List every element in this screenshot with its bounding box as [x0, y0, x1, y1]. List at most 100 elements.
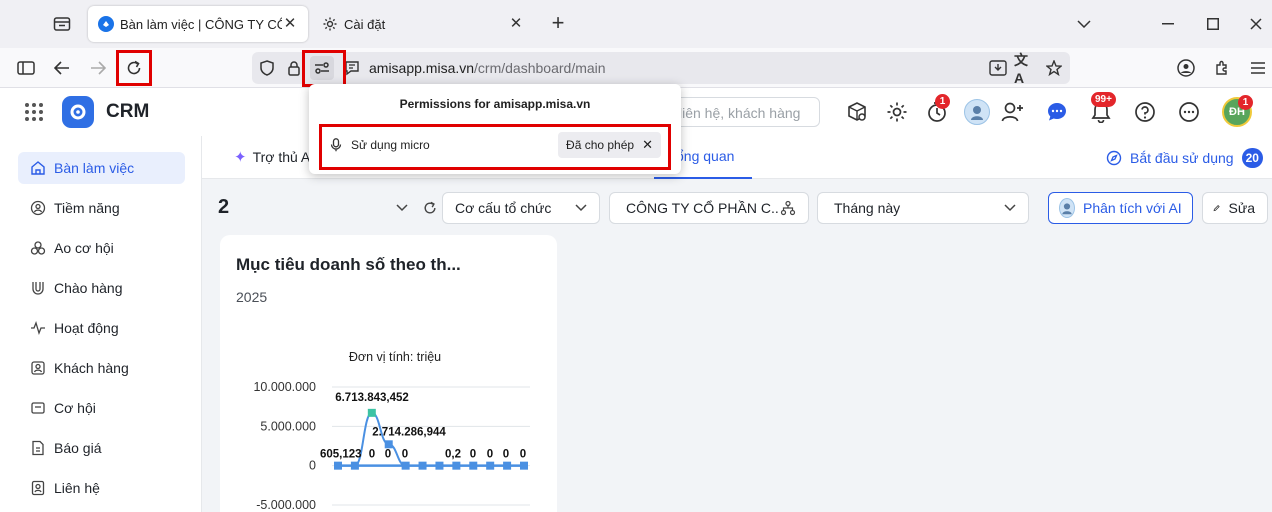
- sales-target-card: Mục tiêu doanh số theo th... 2025 Đơn vị…: [220, 235, 557, 512]
- extensions-icon[interactable]: [1210, 56, 1234, 80]
- avatar-badge: 1: [1238, 95, 1253, 110]
- url-bar[interactable]: amisapp.misa.vn/crm/dashboard/main 文A: [252, 52, 1070, 86]
- sidebar-item-prospects[interactable]: Tiềm năng: [18, 192, 185, 224]
- clear-permission-icon[interactable]: ✕: [642, 137, 653, 153]
- chevron-down-icon[interactable]: [394, 200, 410, 216]
- refresh-icon[interactable]: [422, 200, 438, 216]
- app-grid-icon[interactable]: [24, 102, 44, 122]
- org-structure-select[interactable]: Cơ cấu tổ chức: [442, 192, 600, 224]
- chart-point: [469, 461, 478, 470]
- shield-icon[interactable]: [255, 56, 279, 80]
- sidebar-item-quotes[interactable]: Báo giá: [18, 432, 185, 464]
- browser-nav-bar: amisapp.misa.vn/crm/dashboard/main 文A: [0, 48, 1272, 88]
- sidebar-item-opportunities[interactable]: Cơ hội: [18, 392, 185, 424]
- menu-icon[interactable]: [1246, 56, 1270, 80]
- chart-data-label: 0,2: [445, 449, 461, 461]
- chart-point: [418, 461, 427, 470]
- assistant-avatar-icon[interactable]: [964, 99, 990, 125]
- reload-icon[interactable]: [122, 56, 146, 80]
- help-icon[interactable]: [1133, 100, 1157, 124]
- chart-data-label: 0: [402, 449, 408, 461]
- new-tab-button[interactable]: +: [546, 12, 570, 36]
- search-placeholder: liên hệ, khách hàng: [679, 105, 801, 121]
- close-tab-icon[interactable]: ✕: [508, 16, 524, 32]
- translate-icon[interactable]: 文A: [1014, 52, 1038, 86]
- box-search-icon[interactable]: [845, 100, 869, 124]
- tab-title: Bàn làm việc | CÔNG TY CỔ PHẦN: [120, 16, 282, 32]
- offer-icon: [32, 282, 44, 295]
- chart-point: [384, 440, 393, 449]
- maximize-icon[interactable]: [1201, 12, 1225, 36]
- sidebar-item-activities[interactable]: Hoạt động: [18, 312, 185, 344]
- account-icon[interactable]: [1174, 56, 1198, 80]
- close-window-icon[interactable]: [1244, 12, 1268, 36]
- chart-point: [367, 408, 376, 417]
- bookmark-star-icon[interactable]: [1042, 56, 1066, 80]
- sidebar-item-contacts[interactable]: Liên hệ: [18, 472, 185, 504]
- tab-overflow-chevron-icon[interactable]: [1072, 12, 1096, 36]
- assistant-button[interactable]: ✦ Trợ thủ A: [234, 148, 310, 166]
- more-options-icon[interactable]: [1177, 100, 1201, 124]
- chart-data-label: 0: [487, 449, 493, 461]
- back-icon[interactable]: [50, 56, 74, 80]
- minimize-icon[interactable]: [1156, 12, 1180, 36]
- sidebar-item-workspace[interactable]: Bàn làm việc: [18, 152, 185, 184]
- chart-data-label: 6.713.843,452: [335, 392, 409, 404]
- chart-point: [334, 461, 342, 470]
- sidebar-item-label: Liên hệ: [54, 480, 100, 496]
- url-text[interactable]: amisapp.misa.vn/crm/dashboard/main: [369, 60, 606, 76]
- sidebar-item-label: Hoạt động: [54, 320, 119, 336]
- url-path: /crm/dashboard/main: [474, 60, 606, 76]
- chart-point: [486, 461, 495, 470]
- forward-icon[interactable]: [86, 56, 110, 80]
- customer-icon: [31, 361, 45, 375]
- get-started-count: 20: [1241, 148, 1263, 168]
- sidebar-item-label: Cơ hội: [54, 400, 96, 416]
- chart-data-label: 0: [520, 449, 526, 461]
- compass-icon: [1106, 150, 1122, 166]
- chevron-down-icon: [575, 204, 587, 212]
- tab-list-icon[interactable]: [50, 12, 74, 36]
- ai-analysis-button[interactable]: Phân tích với AI: [1048, 192, 1193, 224]
- chart-point: [452, 461, 461, 470]
- settings-gear-icon[interactable]: [885, 100, 909, 124]
- download-page-icon[interactable]: [986, 56, 1010, 80]
- chart-data-label: 0: [503, 449, 509, 461]
- reader-view-icon[interactable]: [340, 56, 364, 80]
- ai-avatar-icon: [1059, 198, 1075, 218]
- sidebar-item-label: Bàn làm việc: [54, 160, 135, 176]
- assistant-label: Trợ thủ A: [252, 149, 311, 165]
- prospect-icon: [30, 200, 46, 216]
- tab-settings[interactable]: Cài đặt ✕: [312, 6, 534, 42]
- chart-point: [435, 461, 444, 470]
- sidebar-item-opportunity-pool[interactable]: Ao cơ hội: [18, 232, 185, 264]
- sidebar-item-label: Khách hàng: [54, 360, 129, 376]
- tab-overview-label: ổng quan: [676, 148, 735, 164]
- tab-title: Cài đặt: [344, 16, 386, 32]
- period-select[interactable]: Tháng này: [817, 192, 1029, 224]
- company-select[interactable]: CÔNG TY CỔ PHẦN C...: [609, 192, 809, 224]
- sidebar-item-label: Tiềm năng: [54, 200, 120, 216]
- browser-tab-bar: Bàn làm việc | CÔNG TY CỔ PHẦN ✕ Cài đặt…: [0, 0, 1272, 48]
- close-tab-icon[interactable]: ✕: [282, 16, 298, 32]
- chat-icon[interactable]: [1045, 100, 1069, 124]
- chart-y-ticks: 10.000.000 5.000.000 0 -5.000.000: [253, 380, 316, 512]
- quote-icon: [32, 440, 44, 456]
- add-user-icon[interactable]: [1001, 100, 1025, 124]
- permission-status-chip[interactable]: Đã cho phép ✕: [558, 132, 661, 158]
- tab-dashboard[interactable]: Bàn làm việc | CÔNG TY CỔ PHẦN ✕: [88, 6, 308, 42]
- chart-data-label: 0: [385, 449, 391, 461]
- sidebar-item-offers[interactable]: Chào hàng: [18, 272, 185, 304]
- opportunity-icon: [31, 402, 45, 414]
- get-started-button[interactable]: Bắt đầu sử dụng 20: [1106, 148, 1263, 168]
- sidebar-toggle-icon[interactable]: [14, 56, 38, 80]
- sidebar-item-customers[interactable]: Khách hàng: [18, 352, 185, 384]
- lock-icon[interactable]: [282, 56, 306, 80]
- chevron-down-icon: [1004, 204, 1016, 212]
- chart-data-label: 2.714.286,944: [372, 426, 446, 438]
- permissions-icon[interactable]: [310, 56, 334, 80]
- edit-button[interactable]: Sửa: [1202, 192, 1268, 224]
- org-structure-value: Cơ cấu tổ chức: [455, 200, 552, 216]
- edit-label: Sửa: [1228, 200, 1256, 216]
- misa-favicon-icon: [98, 16, 114, 32]
